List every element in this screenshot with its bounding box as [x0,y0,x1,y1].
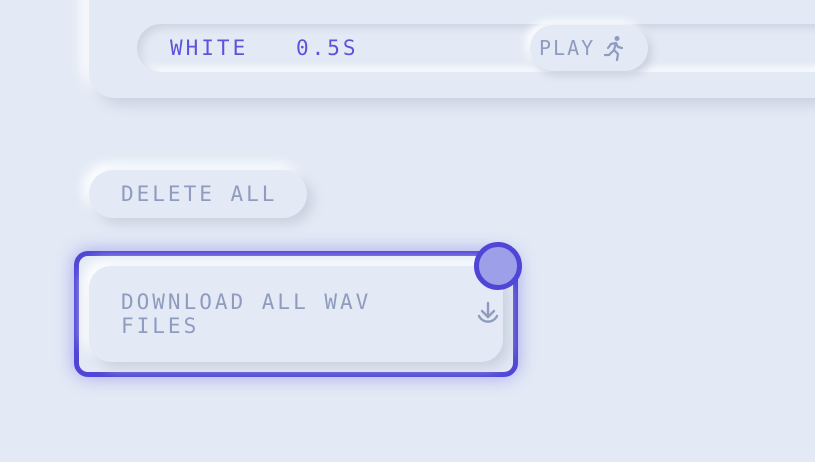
focus-indicator-dot [474,242,522,290]
page: WHITE 0.5S PLAY DELETE ALL DOWNLOAD ALL … [0,0,815,462]
running-person-icon [603,35,625,62]
download-icon [473,299,503,329]
track-name: WHITE [170,36,249,60]
delete-all-button[interactable]: DELETE ALL [89,170,307,218]
play-button-label: PLAY [539,36,596,60]
play-button[interactable]: PLAY [530,25,648,71]
download-all-button[interactable]: DOWNLOAD ALL WAV FILES [89,266,503,362]
download-all-label: DOWNLOAD ALL WAV FILES [121,290,372,338]
track-duration: 0.5S [296,36,359,60]
delete-all-label: DELETE ALL [121,182,278,206]
